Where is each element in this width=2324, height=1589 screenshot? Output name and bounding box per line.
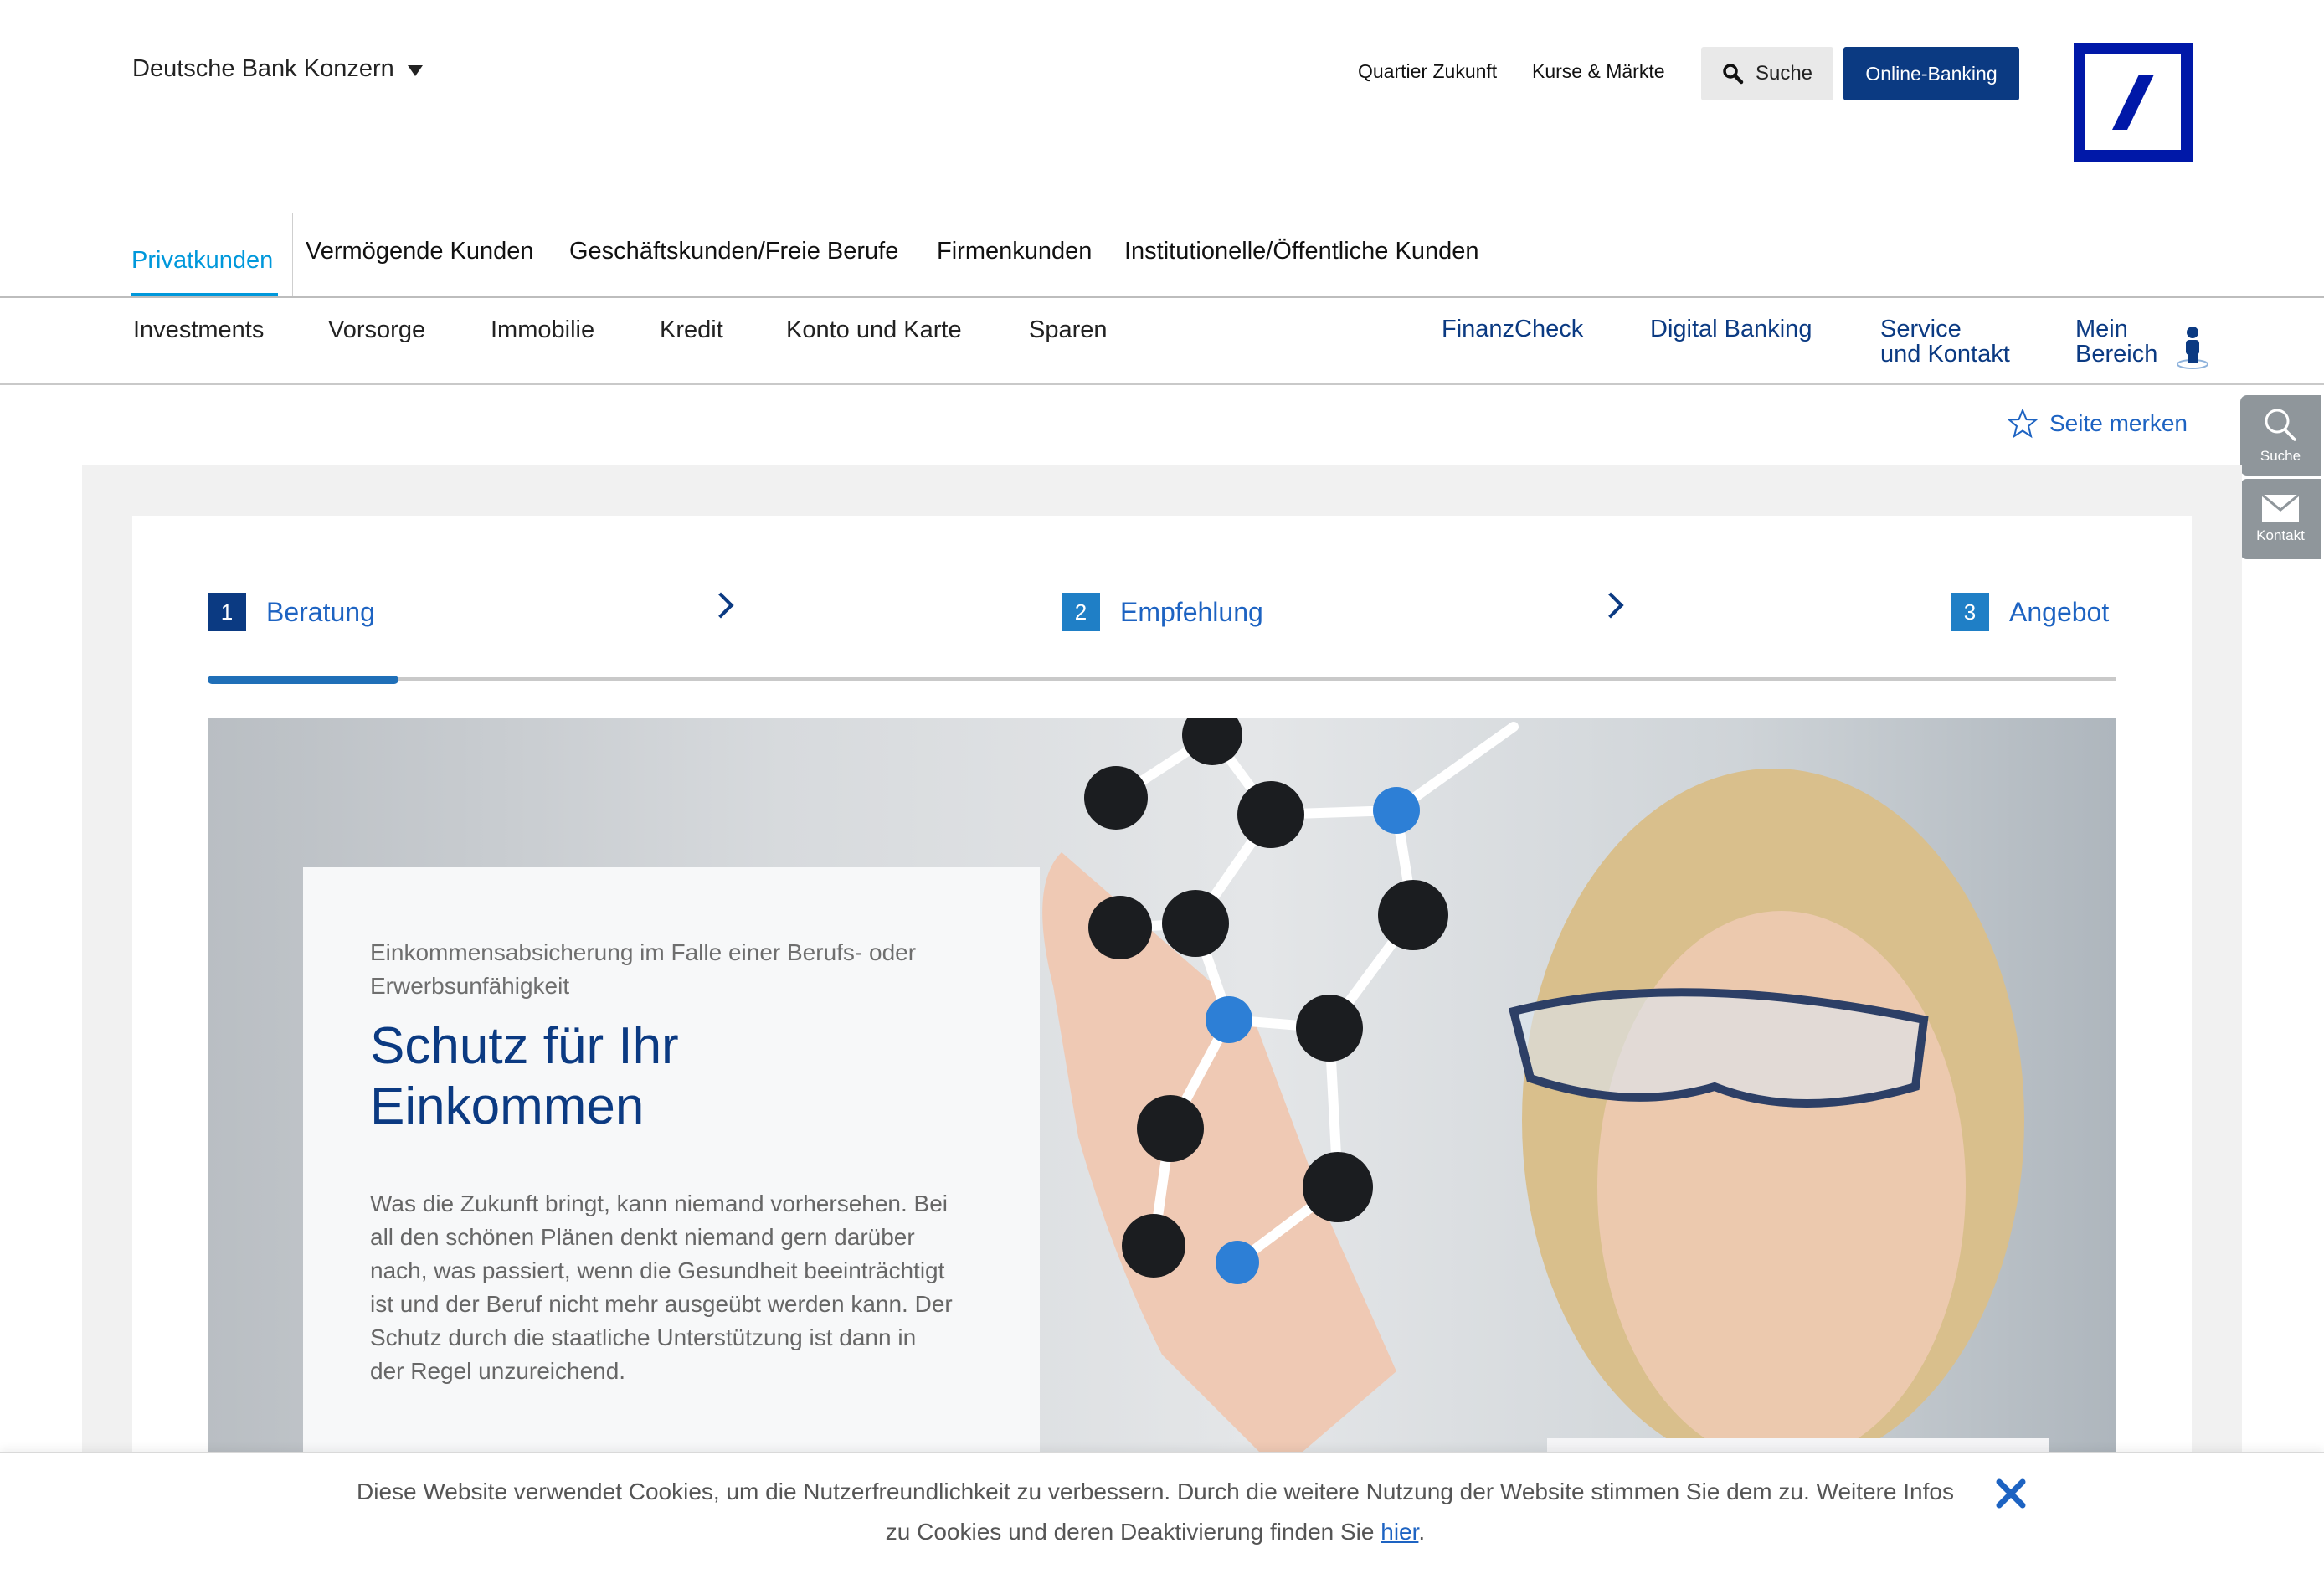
segment-tab-geschaeftskunden[interactable]: Geschäftskunden/Freie Berufe (569, 238, 898, 265)
user-icon (2177, 327, 2208, 369)
link-quartier-zukunft[interactable]: Quartier Zukunft (1358, 60, 1497, 83)
step-label: Empfehlung (1120, 596, 1263, 627)
step-number: 2 (1062, 593, 1100, 631)
mail-icon (2261, 494, 2300, 522)
cookie-banner: Diese Website verwendet Cookies, um die … (0, 1452, 2324, 1589)
cookie-info-link[interactable]: hier (1381, 1519, 1418, 1545)
search-icon (1723, 64, 1744, 85)
nav-service-kontakt[interactable]: Service und Kontakt (1880, 316, 2010, 367)
nav-finanzcheck[interactable]: FinanzCheck (1442, 316, 1583, 342)
progress-track (208, 677, 2116, 681)
step-empfehlung[interactable]: 2 Empfehlung (1062, 593, 1263, 631)
hero-title: Schutz für Ihr Einkommen (370, 1016, 973, 1137)
hero-title-line2: Einkommen (370, 1077, 645, 1135)
bookmark-page-button[interactable]: Seite merken (2008, 409, 2188, 439)
segment-tab-privatkunden[interactable]: Privatkunden (116, 213, 293, 297)
online-banking-button[interactable]: Online-Banking (1843, 47, 2019, 100)
deutsche-bank-logo[interactable] (2074, 43, 2193, 162)
hero-kicker: Einkommensabsicherung im Falle einer Ber… (370, 939, 917, 999)
hero-body: Was die Zukunft bringt, kann niemand vor… (370, 1190, 953, 1384)
segment-tab-institutionelle[interactable]: Institutionelle/Öffentliche Kunden (1124, 238, 1478, 265)
group-selector[interactable]: Deutsche Bank Konzern (132, 55, 423, 83)
step-angebot[interactable]: 3 Angebot (1951, 593, 2109, 631)
header-search-button[interactable]: Suche (1701, 47, 1833, 100)
caret-down-icon (407, 65, 423, 76)
cookie-message: Diese Website verwendet Cookies, um die … (357, 1478, 1954, 1545)
step-label: Beratung (266, 596, 375, 627)
side-contact-label: Kontakt (2256, 527, 2305, 543)
nav-mein-line2: Bereich (2075, 341, 2158, 368)
divider (0, 383, 2324, 385)
nav-sparen[interactable]: Sparen (1029, 316, 1108, 344)
search-icon (2265, 409, 2296, 441)
step-label: Angebot (2009, 596, 2110, 627)
link-kurse-maerkte[interactable]: Kurse & Märkte (1532, 60, 1665, 83)
nav-vorsorge[interactable]: Vorsorge (328, 316, 425, 344)
header-search-label: Suche (1755, 62, 1813, 85)
divider (0, 296, 2324, 298)
nav-service-line1: Service (1880, 316, 1962, 342)
step-number: 3 (1951, 593, 1989, 631)
segment-tab-label: Privatkunden (131, 247, 274, 274)
side-search-tab[interactable]: Suche (2240, 395, 2321, 476)
hero-title-line1: Schutz für Ihr (370, 1017, 679, 1075)
step-number: 1 (208, 593, 246, 631)
nav-service-line2: und Kontakt (1880, 341, 2010, 368)
side-contact-tab[interactable]: Kontakt (2240, 479, 2321, 559)
cookie-text: Diese Website verwendet Cookies, um die … (343, 1472, 1967, 1552)
nav-investments[interactable]: Investments (133, 316, 264, 344)
progress-fill (208, 676, 398, 684)
segment-tab-vermoegende-kunden[interactable]: Vermögende Kunden (306, 238, 534, 265)
cookie-suffix: . (1418, 1519, 1426, 1545)
bookmark-label: Seite merken (2049, 410, 2188, 436)
nav-digital-banking[interactable]: Digital Banking (1650, 316, 1812, 342)
nav-mein-line1: Mein (2075, 316, 2128, 342)
nav-immobilie[interactable]: Immobilie (491, 316, 594, 344)
group-selector-label: Deutsche Bank Konzern (132, 55, 394, 82)
nav-kredit[interactable]: Kredit (660, 316, 723, 344)
star-icon (2008, 409, 2038, 439)
close-icon[interactable] (1994, 1477, 2028, 1510)
nav-mein-bereich[interactable]: Mein Bereich (2075, 316, 2157, 367)
step-beratung[interactable]: 1 Beratung (208, 593, 375, 631)
segment-tab-firmenkunden[interactable]: Firmenkunden (937, 238, 1092, 265)
side-search-label: Suche (2260, 448, 2301, 464)
nav-konto-und-karte[interactable]: Konto und Karte (786, 316, 962, 344)
